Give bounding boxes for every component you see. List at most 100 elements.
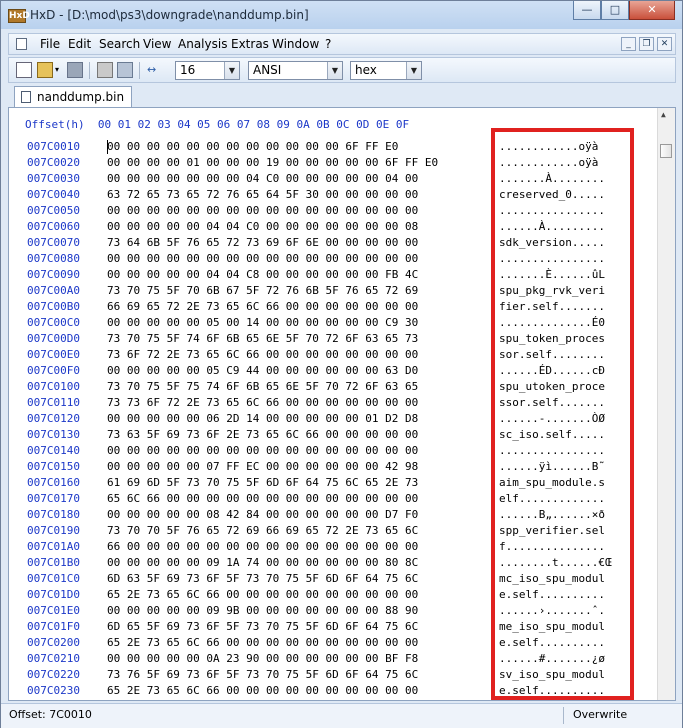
toolbar-separator (89, 62, 90, 79)
hex-row[interactable]: 65 2E 73 65 6C 66 00 00 00 00 00 00 00 0… (107, 635, 487, 651)
hex-row[interactable]: 65 6C 66 00 00 00 00 00 00 00 00 00 00 0… (107, 491, 487, 507)
save-icon[interactable] (67, 62, 83, 78)
hex-row[interactable]: 00 00 00 00 00 04 04 C8 00 00 00 00 00 0… (107, 267, 487, 283)
hex-row[interactable]: 00 00 00 00 00 00 00 04 C0 00 00 00 00 0… (107, 171, 487, 187)
text-column-highlight (491, 128, 634, 700)
chevron-down-icon[interactable]: ▼ (406, 62, 421, 79)
offset-cell: 007C0090 (27, 268, 80, 281)
open-ram-icon[interactable] (117, 62, 133, 78)
hex-row[interactable]: 73 70 75 5F 70 6B 67 5F 72 76 6B 5F 76 6… (107, 283, 487, 299)
chevron-down-icon[interactable]: ▼ (327, 62, 342, 79)
hex-row[interactable]: 6D 65 5F 69 73 6F 5F 73 70 75 5F 6D 6F 6… (107, 619, 487, 635)
hex-row[interactable]: 66 69 65 72 2E 73 65 6C 66 00 00 00 00 0… (107, 299, 487, 315)
offset-cell: 007C0050 (27, 204, 80, 217)
offset-base-select[interactable]: hex ▼ (350, 61, 422, 80)
hex-row[interactable]: 73 63 5F 69 73 6F 2E 73 65 6C 66 00 00 0… (107, 427, 487, 443)
offset-cell: 007C0040 (27, 188, 80, 201)
status-mode[interactable]: Overwrite (573, 708, 627, 721)
hex-row[interactable]: 65 2E 73 65 6C 66 00 00 00 00 00 00 00 0… (107, 683, 487, 699)
status-offset: Offset: 7C0010 (9, 708, 92, 721)
maximize-button[interactable]: □ (601, 1, 629, 20)
offset-cell: 007C0100 (27, 380, 80, 393)
bytes-per-row-icon: ↔ (147, 63, 157, 76)
menu-edit[interactable]: Edit (68, 37, 91, 51)
hex-row[interactable]: 00 00 00 00 00 00 00 00 00 00 00 00 6F F… (107, 139, 487, 155)
menu-analysis[interactable]: Analysis (178, 37, 227, 51)
new-file-icon[interactable] (16, 62, 32, 78)
menu-extras[interactable]: Extras (231, 37, 269, 51)
offset-cell: 007C00D0 (27, 332, 80, 345)
hex-row[interactable]: 73 76 5F 69 73 6F 5F 73 70 75 5F 6D 6F 6… (107, 667, 487, 683)
hex-row[interactable]: 00 00 00 00 00 05 00 14 00 00 00 00 00 0… (107, 315, 487, 331)
offset-cell: 007C00E0 (27, 348, 80, 361)
hex-row[interactable]: 00 00 00 00 00 04 04 C0 00 00 00 00 00 0… (107, 219, 487, 235)
status-separator (563, 707, 564, 724)
hex-row[interactable]: 00 00 00 00 00 07 FF EC 00 00 00 00 00 0… (107, 459, 487, 475)
hex-row[interactable]: 00 00 00 00 00 00 00 00 00 00 00 00 00 0… (107, 443, 487, 459)
file-icon (21, 91, 31, 103)
hxd-window: HxD HxD - [D:\mod\ps3\downgrade\nanddump… (0, 0, 683, 728)
offset-cell: 007C01F0 (27, 620, 80, 633)
offset-cell: 007C0070 (27, 236, 80, 249)
offset-cell: 007C0170 (27, 492, 80, 505)
hex-row[interactable]: 73 73 6F 72 2E 73 65 6C 66 00 00 00 00 0… (107, 395, 487, 411)
hex-row[interactable]: 00 00 00 00 00 08 42 84 00 00 00 00 00 0… (107, 507, 487, 523)
mdi-close-button[interactable]: ✕ (657, 37, 672, 51)
title-bar[interactable]: HxD HxD - [D:\mod\ps3\downgrade\nanddump… (1, 1, 682, 29)
hex-row[interactable]: 73 6F 72 2E 73 65 6C 66 00 00 00 00 00 0… (107, 347, 487, 363)
offset-cell: 007C0220 (27, 668, 80, 681)
hex-row[interactable]: 00 00 00 00 00 06 2D 14 00 00 00 00 00 0… (107, 411, 487, 427)
offset-cell: 007C0030 (27, 172, 80, 185)
offset-cell: 007C00B0 (27, 300, 80, 313)
scrollbar-thumb[interactable] (660, 144, 672, 158)
text-caret (107, 140, 108, 154)
offset-cell: 007C0080 (27, 252, 80, 265)
mdi-minimize-button[interactable]: _ (621, 37, 636, 51)
bytes-per-row-select[interactable]: 16 ▼ (175, 61, 240, 80)
menu-view[interactable]: View (143, 37, 171, 51)
hex-row[interactable]: 63 72 65 73 65 72 76 65 64 5F 30 00 00 0… (107, 187, 487, 203)
close-button[interactable]: ✕ (629, 1, 675, 20)
toolbar-separator (139, 62, 140, 79)
bytes-per-row-value: 16 (180, 63, 196, 77)
mdi-restore-button[interactable]: ❐ (639, 37, 654, 51)
hex-row[interactable]: 00 00 00 00 00 05 C9 44 00 00 00 00 00 0… (107, 363, 487, 379)
hex-row[interactable]: 00 00 00 00 00 09 1A 74 00 00 00 00 00 0… (107, 555, 487, 571)
hex-row[interactable]: 73 70 75 5F 75 74 6F 6B 65 6E 5F 70 72 6… (107, 379, 487, 395)
vertical-scrollbar[interactable]: ▲ (657, 108, 675, 700)
hex-row[interactable]: 73 64 6B 5F 76 65 72 73 69 6F 6E 00 00 0… (107, 235, 487, 251)
column-header: Offset(h) 00 01 02 03 04 05 06 07 08 09 … (25, 118, 410, 131)
minimize-button[interactable]: — (573, 1, 601, 20)
open-dropdown-icon[interactable]: ▾ (55, 62, 63, 78)
scroll-up-arrow-icon[interactable]: ▲ (661, 110, 666, 119)
offset-cell: 007C0110 (27, 396, 80, 409)
offset-cell: 007C0200 (27, 636, 80, 649)
menu-window[interactable]: Window (272, 37, 319, 51)
menu-search[interactable]: Search (99, 37, 140, 51)
menu-help[interactable]: ? (325, 37, 331, 51)
hex-row[interactable]: 73 70 75 5F 74 6F 6B 65 6E 5F 70 72 6F 6… (107, 331, 487, 347)
hex-row[interactable]: 66 00 00 00 00 00 00 00 00 00 00 00 00 0… (107, 539, 487, 555)
document-icon[interactable] (16, 38, 27, 50)
hex-row[interactable]: 00 00 00 00 00 0A 23 90 00 00 00 00 00 0… (107, 651, 487, 667)
offset-cell: 007C00F0 (27, 364, 80, 377)
hex-row[interactable]: 00 00 00 00 00 00 00 00 00 00 00 00 00 0… (107, 251, 487, 267)
hex-row[interactable]: 00 00 00 00 00 00 00 00 00 00 00 00 00 0… (107, 203, 487, 219)
offset-base-value: hex (355, 63, 377, 77)
tab-nanddump[interactable]: nanddump.bin (14, 86, 132, 107)
open-disk-icon[interactable] (97, 62, 113, 78)
hex-row[interactable]: 6D 63 5F 69 73 6F 5F 73 70 75 5F 6D 6F 6… (107, 571, 487, 587)
hex-row[interactable]: 73 70 70 5F 76 65 72 69 66 69 65 72 2E 7… (107, 523, 487, 539)
charset-select[interactable]: ANSI ▼ (248, 61, 343, 80)
chevron-down-icon[interactable]: ▼ (224, 62, 239, 79)
hex-row[interactable]: 65 2E 73 65 6C 66 00 00 00 00 00 00 00 0… (107, 587, 487, 603)
open-folder-icon[interactable] (37, 62, 53, 78)
menu-file[interactable]: File (40, 37, 60, 51)
offset-cell: 007C0140 (27, 444, 80, 457)
hex-row[interactable]: 00 00 00 00 01 00 00 00 19 00 00 00 00 0… (107, 155, 487, 171)
hex-editor[interactable]: Offset(h) 00 01 02 03 04 05 06 07 08 09 … (8, 107, 676, 701)
offset-cell: 007C01E0 (27, 604, 80, 617)
hex-row[interactable]: 00 00 00 00 00 09 9B 00 00 00 00 00 00 0… (107, 603, 487, 619)
hex-column[interactable]: 00 00 00 00 00 00 00 00 00 00 00 00 6F F… (107, 139, 487, 699)
hex-row[interactable]: 61 69 6D 5F 73 70 75 5F 6D 6F 64 75 6C 6… (107, 475, 487, 491)
